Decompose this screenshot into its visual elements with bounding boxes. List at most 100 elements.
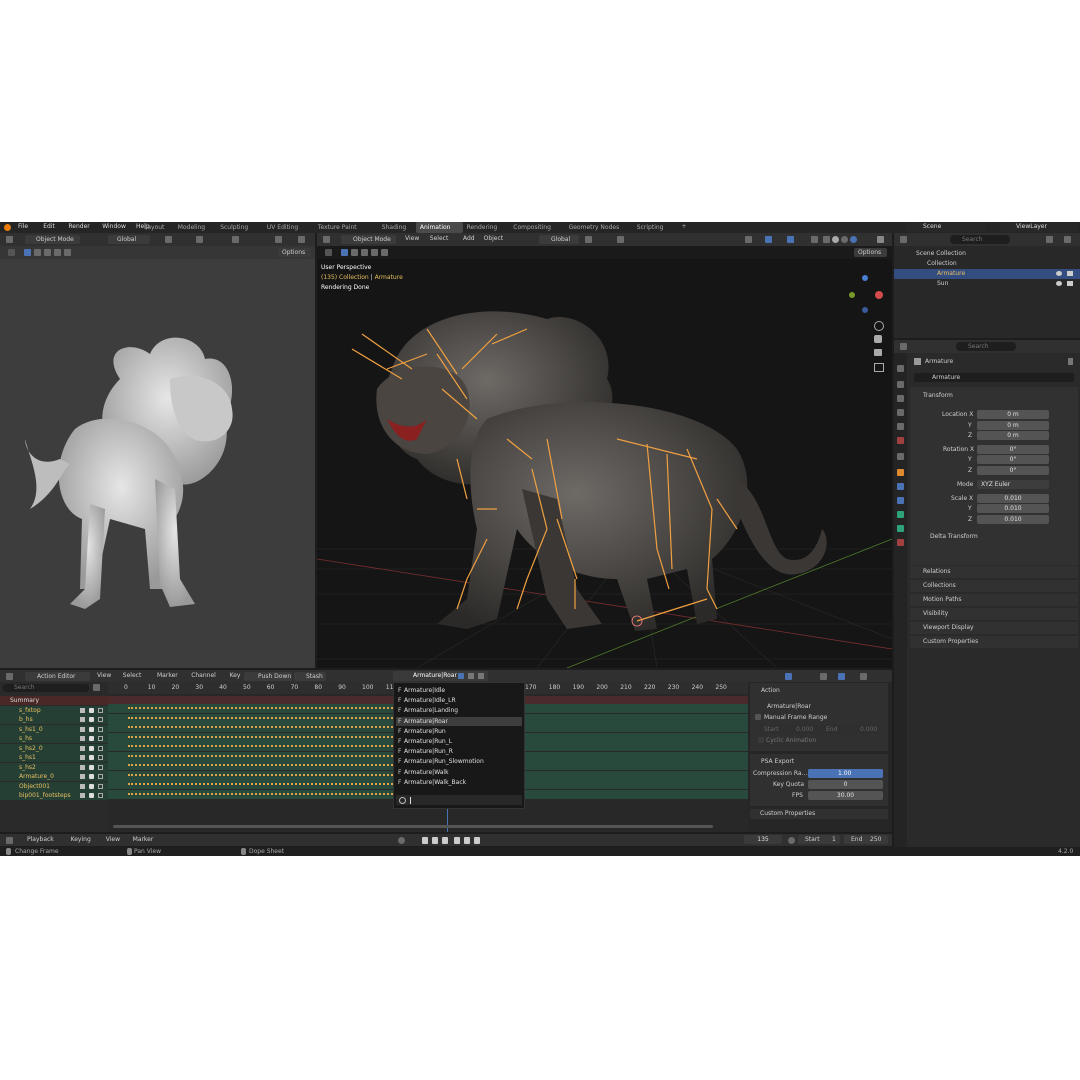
editor-type-icon[interactable] xyxy=(6,236,13,243)
menu-item[interactable]: View xyxy=(405,236,419,242)
visibility-icon[interactable] xyxy=(745,236,752,243)
camera-icon[interactable] xyxy=(874,349,882,356)
compression-slider[interactable]: 1.00 xyxy=(808,769,883,778)
axis-z-icon[interactable] xyxy=(862,275,868,281)
object-name-field[interactable]: Armature xyxy=(914,373,1074,382)
wrench-icon[interactable] xyxy=(80,717,85,722)
gizmo-icon[interactable] xyxy=(765,236,772,243)
menu-item[interactable]: Object xyxy=(484,236,504,242)
editor-mode-dropdown[interactable]: Action Editor xyxy=(25,672,90,681)
summary-channel[interactable]: Summary xyxy=(0,696,108,705)
action-filter-input[interactable] xyxy=(396,795,522,805)
visibility-eye-icon[interactable] xyxy=(1056,281,1062,286)
close-icon[interactable] xyxy=(478,673,484,679)
channel-row[interactable]: b_hs xyxy=(0,715,108,724)
left-viewport[interactable]: Object Mode Global Options xyxy=(0,233,315,668)
lock-icon[interactable] xyxy=(98,707,103,713)
keyframe-strip[interactable] xyxy=(128,726,393,730)
jump-start-icon[interactable] xyxy=(422,837,428,844)
snap-icon[interactable] xyxy=(860,673,867,680)
checkbox-icon[interactable] xyxy=(89,774,94,779)
frame-end-field[interactable]: End 0.000 xyxy=(820,725,882,734)
pause-icon[interactable] xyxy=(877,236,884,243)
render-camera-icon[interactable] xyxy=(1067,281,1073,286)
menu-item[interactable]: Edit xyxy=(43,224,55,230)
action-list-item[interactable]: F Armature|Run xyxy=(396,727,522,736)
keyframe-strip[interactable] xyxy=(128,773,393,778)
jump-end-icon[interactable] xyxy=(474,837,480,844)
action-panel-title[interactable]: Action xyxy=(761,688,780,694)
modifier-tab-icon[interactable] xyxy=(897,483,904,490)
lock-icon[interactable] xyxy=(98,755,103,760)
transform-title[interactable]: Transform xyxy=(923,393,953,399)
menu-item[interactable]: Select xyxy=(123,673,142,679)
select-box-icon[interactable] xyxy=(341,249,348,256)
end-frame-field[interactable]: End 250 xyxy=(844,835,888,844)
menu-item[interactable]: View xyxy=(106,837,120,843)
viewlayer-selector[interactable]: ViewLayer xyxy=(1000,223,1078,232)
cyclic-checkbox[interactable] xyxy=(758,737,764,743)
menu-item[interactable]: Render xyxy=(68,224,89,230)
blender-logo-icon[interactable] xyxy=(4,224,11,231)
shading-material-icon[interactable] xyxy=(841,236,848,243)
rotation-mode-dropdown[interactable]: XYZ Euler xyxy=(977,480,1049,489)
wrench-icon[interactable] xyxy=(80,736,85,741)
pin-icon[interactable] xyxy=(1068,358,1073,365)
lock-icon[interactable] xyxy=(98,745,103,751)
location-x-field[interactable]: 0 m xyxy=(977,410,1049,419)
collection-label[interactable]: Collection xyxy=(927,261,957,267)
rotation-z-field[interactable]: 0° xyxy=(977,466,1049,475)
scale-y-field[interactable]: 0.010 xyxy=(977,504,1049,513)
workspace-tab[interactable]: Texture Paint xyxy=(314,222,378,233)
proportional-edit-icon[interactable] xyxy=(617,236,624,243)
navigation-gizmo[interactable] xyxy=(845,275,885,315)
rotation-y-field[interactable]: 0° xyxy=(977,455,1049,464)
scene-selector[interactable]: Scene xyxy=(906,223,986,232)
menu-item[interactable]: View xyxy=(97,673,111,679)
mode-dropdown[interactable]: Object Mode xyxy=(25,235,80,244)
menu-item[interactable]: File xyxy=(18,224,28,230)
action-selector[interactable]: Armature|Roar xyxy=(393,671,488,681)
properties-search-input[interactable]: Search xyxy=(956,342,1016,351)
outliner-row-sun[interactable]: Sun xyxy=(894,279,1080,289)
snap-icon[interactable] xyxy=(165,236,172,243)
play-toggle-icon[interactable] xyxy=(325,249,332,256)
duplicate-action-icon[interactable] xyxy=(468,673,474,679)
wrench-icon[interactable] xyxy=(80,745,85,751)
menu-item[interactable]: Key xyxy=(230,673,241,679)
proportional-edit-icon[interactable] xyxy=(838,673,845,680)
editor-type-icon[interactable] xyxy=(6,673,13,680)
keyframe-strip[interactable] xyxy=(128,754,393,759)
select-cursor-icon[interactable] xyxy=(785,673,792,680)
axis-neg-z-icon[interactable] xyxy=(862,307,868,313)
pivot-icon[interactable] xyxy=(232,236,239,243)
keyframe-strip[interactable] xyxy=(128,745,393,749)
action-list-item[interactable]: F Armature|Run_Slowmotion xyxy=(396,757,522,766)
current-frame-field[interactable]: 135 xyxy=(744,835,782,844)
menu-item[interactable]: Add xyxy=(463,236,475,242)
properties-panel[interactable]: Relations xyxy=(910,566,1078,578)
axis-x-icon[interactable] xyxy=(875,291,883,299)
location-y-field[interactable]: 0 m xyxy=(977,421,1049,430)
custom-properties-panel[interactable]: Custom Properties xyxy=(750,809,888,819)
filter-only-selected-icon[interactable] xyxy=(93,684,100,691)
keyframe-strip[interactable] xyxy=(128,707,393,711)
wrench-icon[interactable] xyxy=(80,783,85,789)
select-extend-icon[interactable] xyxy=(34,249,41,256)
overlay-icon[interactable] xyxy=(787,236,794,243)
psa-export-title[interactable]: PSA Export xyxy=(761,759,794,765)
properties-panel[interactable]: Motion Paths xyxy=(910,594,1078,606)
tool-tab-icon[interactable] xyxy=(897,365,904,372)
prev-keyframe-icon[interactable] xyxy=(432,837,438,844)
delta-transform-label[interactable]: Delta Transform xyxy=(930,534,978,540)
keyframe-strip[interactable] xyxy=(128,764,393,768)
channel-row[interactable]: bip001_footsteps xyxy=(0,791,108,800)
pan-hand-icon[interactable] xyxy=(874,335,882,343)
menu-item[interactable]: Keying xyxy=(71,837,91,843)
play-toggle-icon[interactable] xyxy=(8,249,15,256)
lock-icon[interactable] xyxy=(98,793,103,798)
editor-type-icon[interactable] xyxy=(900,343,907,350)
world-tab-icon[interactable] xyxy=(897,437,904,444)
grid-toggle-icon[interactable] xyxy=(874,363,884,372)
add-workspace-button[interactable]: + xyxy=(682,224,687,230)
